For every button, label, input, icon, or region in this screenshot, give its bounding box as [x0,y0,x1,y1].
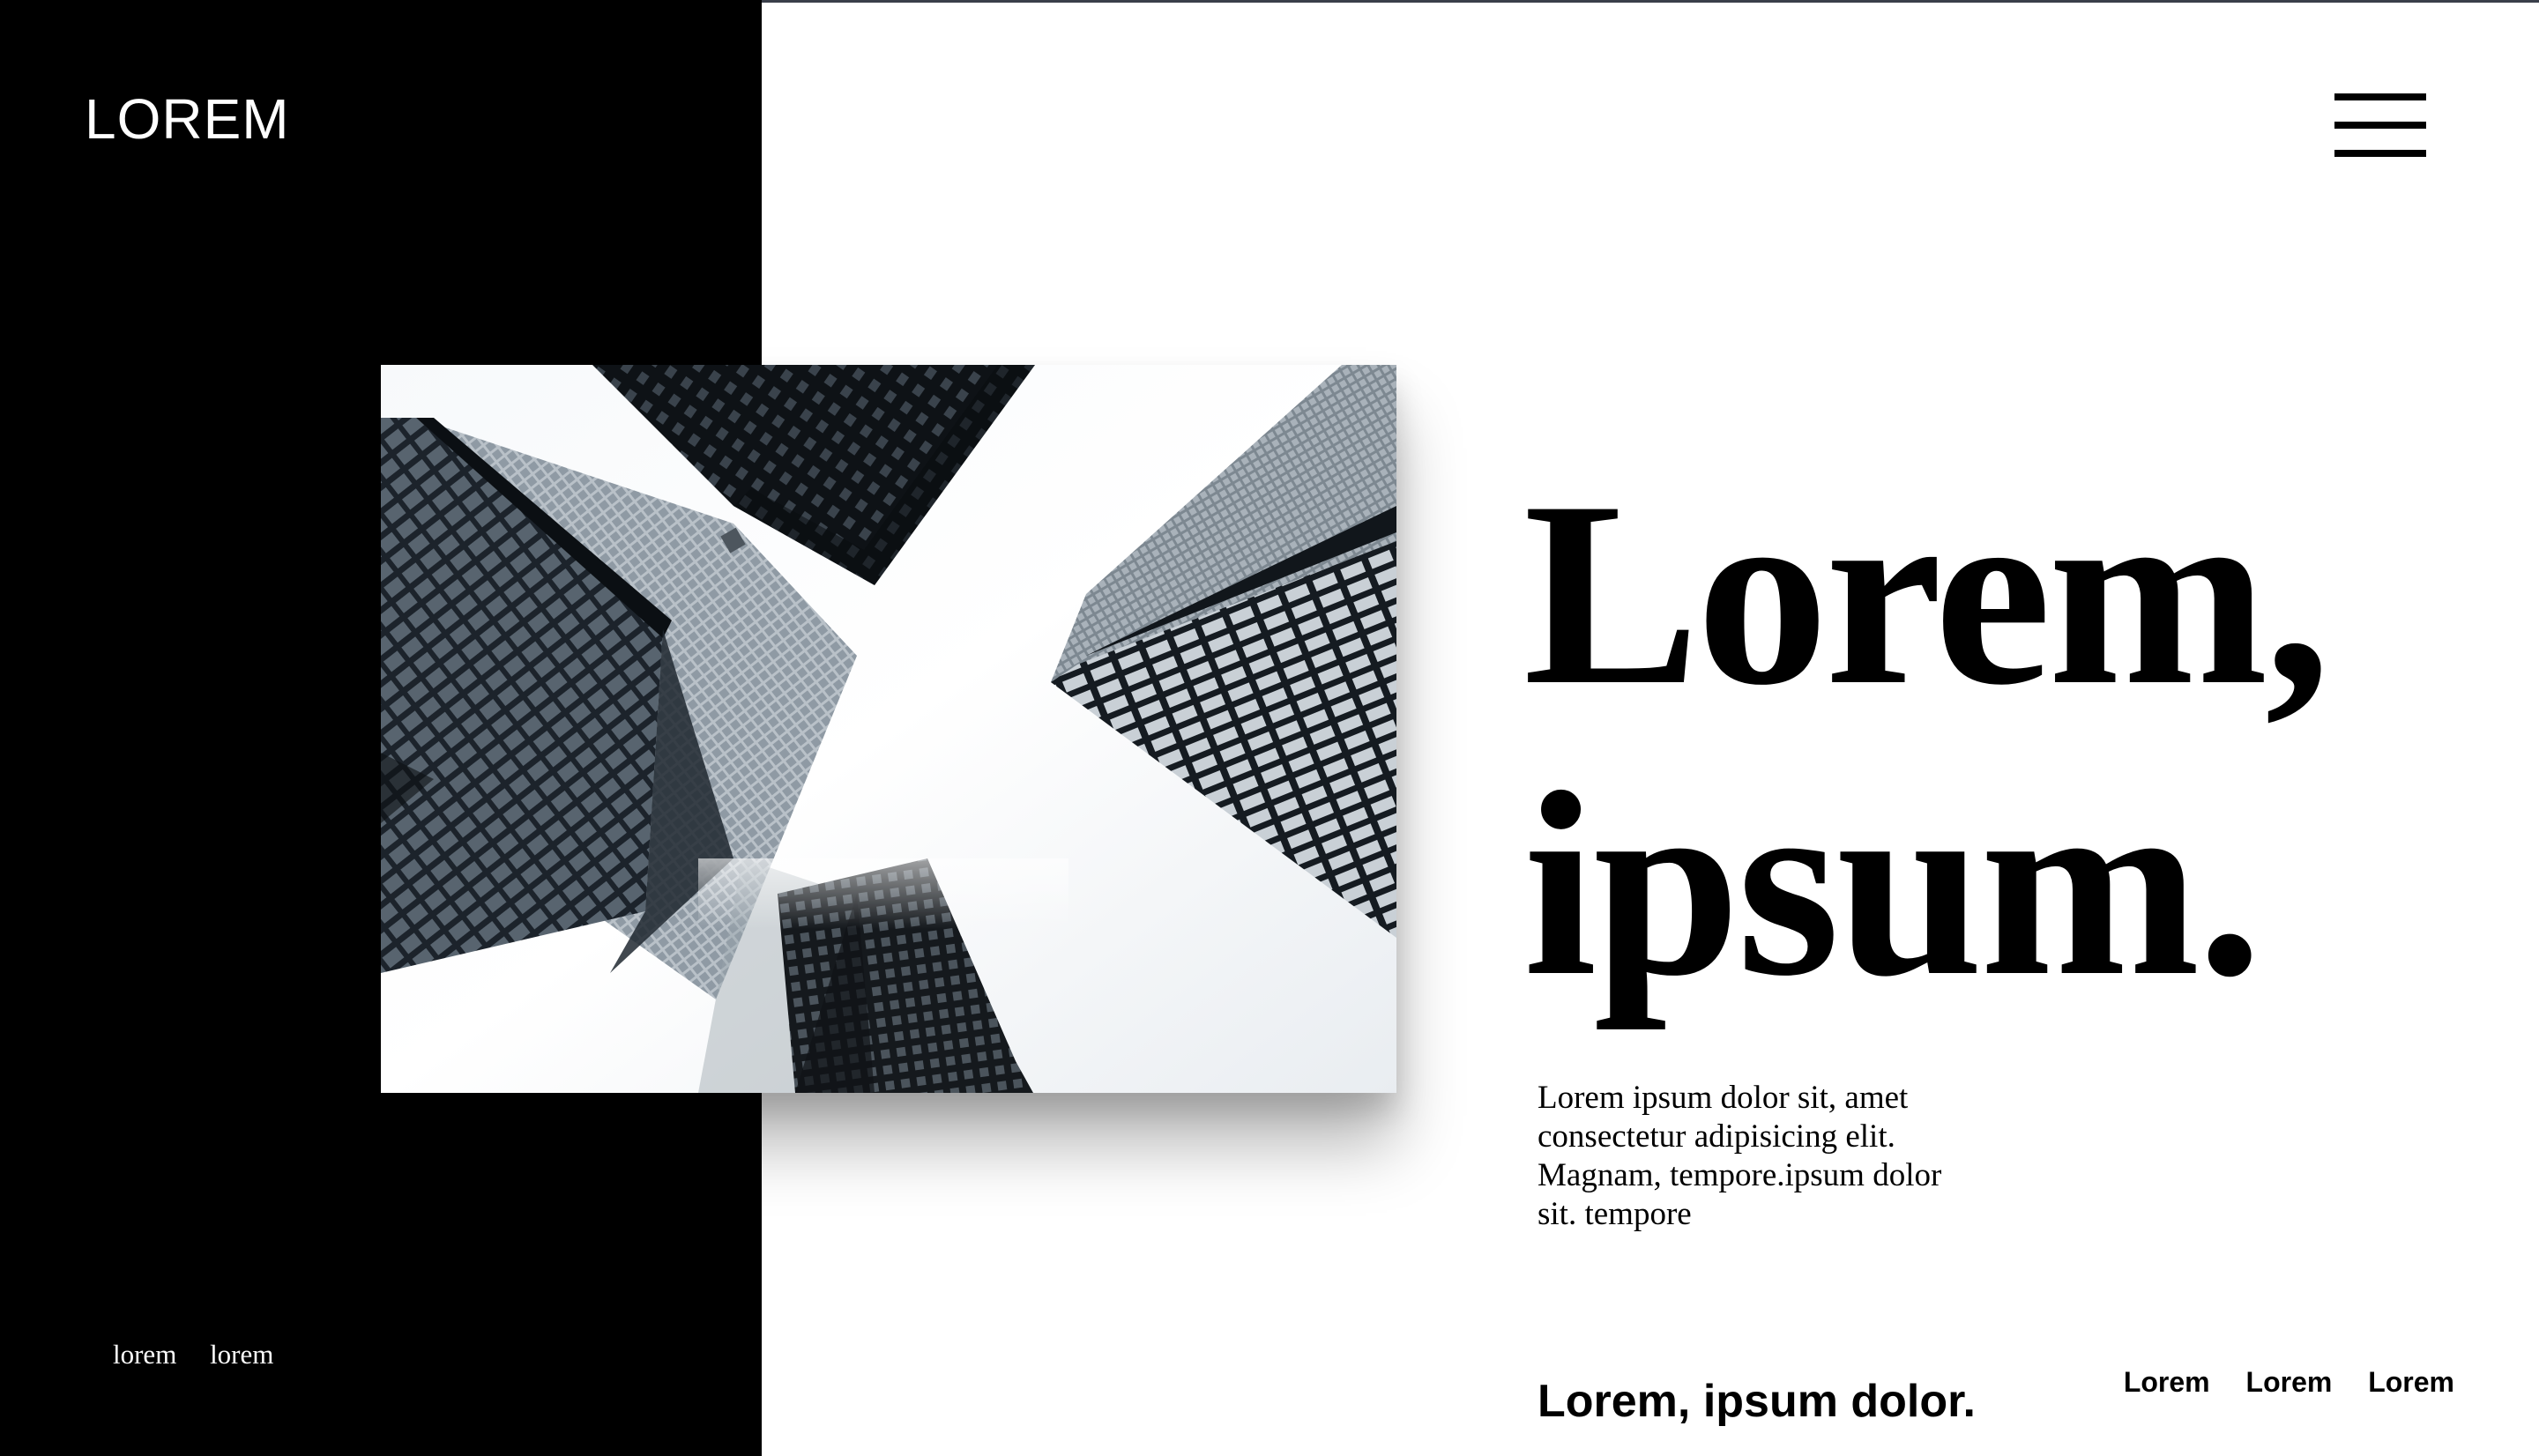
description-line-4: sit. tempore [1538,1196,1692,1232]
description-line-3: Magnam, tempore.ipsum dolor [1538,1157,1942,1193]
footer-tagline: Lorem, ipsum dolor. [1538,1376,1976,1427]
footer-left-nav: lorem lorem [113,1338,300,1371]
footer-right-link-3[interactable]: Lorem [2368,1366,2454,1398]
landing-page: LOREM Lorem, ipsum. Lorem ipsum dolor si… [0,0,2539,1456]
footer-right-nav: Lorem Lorem Lorem [2096,1364,2454,1400]
hero-description: Lorem ipsum dolor sit, amet consectetur … [1538,1079,1978,1234]
footer-left-link-2[interactable]: lorem [210,1339,273,1370]
brand-logo[interactable]: LOREM [85,86,290,152]
description-line-2: consectetur adipisicing elit. [1538,1118,1895,1155]
headline-line-2: ipsum. [1523,738,2263,1030]
hero-image [381,365,1396,1093]
menu-bar-middle [2334,122,2426,129]
footer-left-link-1[interactable]: lorem [113,1339,176,1370]
hero-headline: Lorem, ipsum. [1523,447,2331,1030]
headline-line-1: Lorem, [1523,447,2331,739]
footer-right-link-2[interactable]: Lorem [2246,1366,2333,1398]
description-line-1: Lorem ipsum dolor sit, amet [1538,1080,1909,1116]
skyscrapers-photo [381,365,1396,1093]
menu-bar-top [2334,93,2426,100]
hamburger-menu-icon[interactable] [2334,92,2426,159]
footer-right-link-1[interactable]: Lorem [2124,1366,2210,1398]
menu-bar-bottom [2334,150,2426,157]
